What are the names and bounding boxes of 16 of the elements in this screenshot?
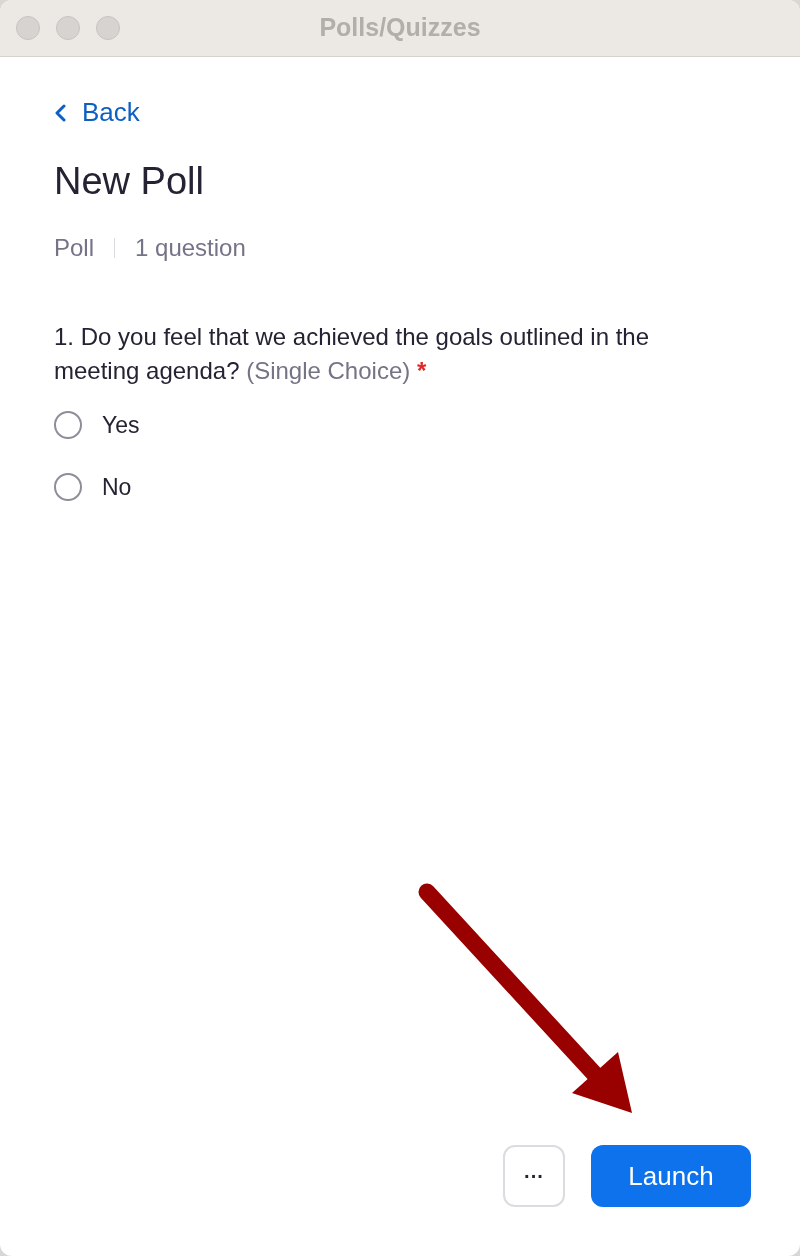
question-text: 1. Do you feel that we achieved the goals outlined in the meeting agenda? (Single Choice) *	[54, 321, 651, 386]
radio-button[interactable]	[54, 410, 82, 439]
page-title: New Poll	[54, 159, 205, 204]
option-label: Yes	[102, 410, 140, 440]
launch-button[interactable]: Launch	[591, 1145, 751, 1207]
back-link[interactable]: Back	[54, 93, 140, 132]
window-title: Polls/Quizzes	[319, 12, 481, 44]
zoom-window-button[interactable]	[96, 16, 120, 40]
close-window-button[interactable]	[16, 16, 40, 40]
option-label: No	[102, 473, 132, 502]
chevron-left-icon	[54, 103, 66, 122]
more-options-button[interactable]: ···	[503, 1145, 565, 1207]
question-count: 1 question	[135, 232, 246, 263]
radio-button[interactable]	[54, 473, 82, 502]
poll-type: Poll	[54, 232, 95, 263]
minimize-window-button[interactable]	[56, 16, 80, 40]
